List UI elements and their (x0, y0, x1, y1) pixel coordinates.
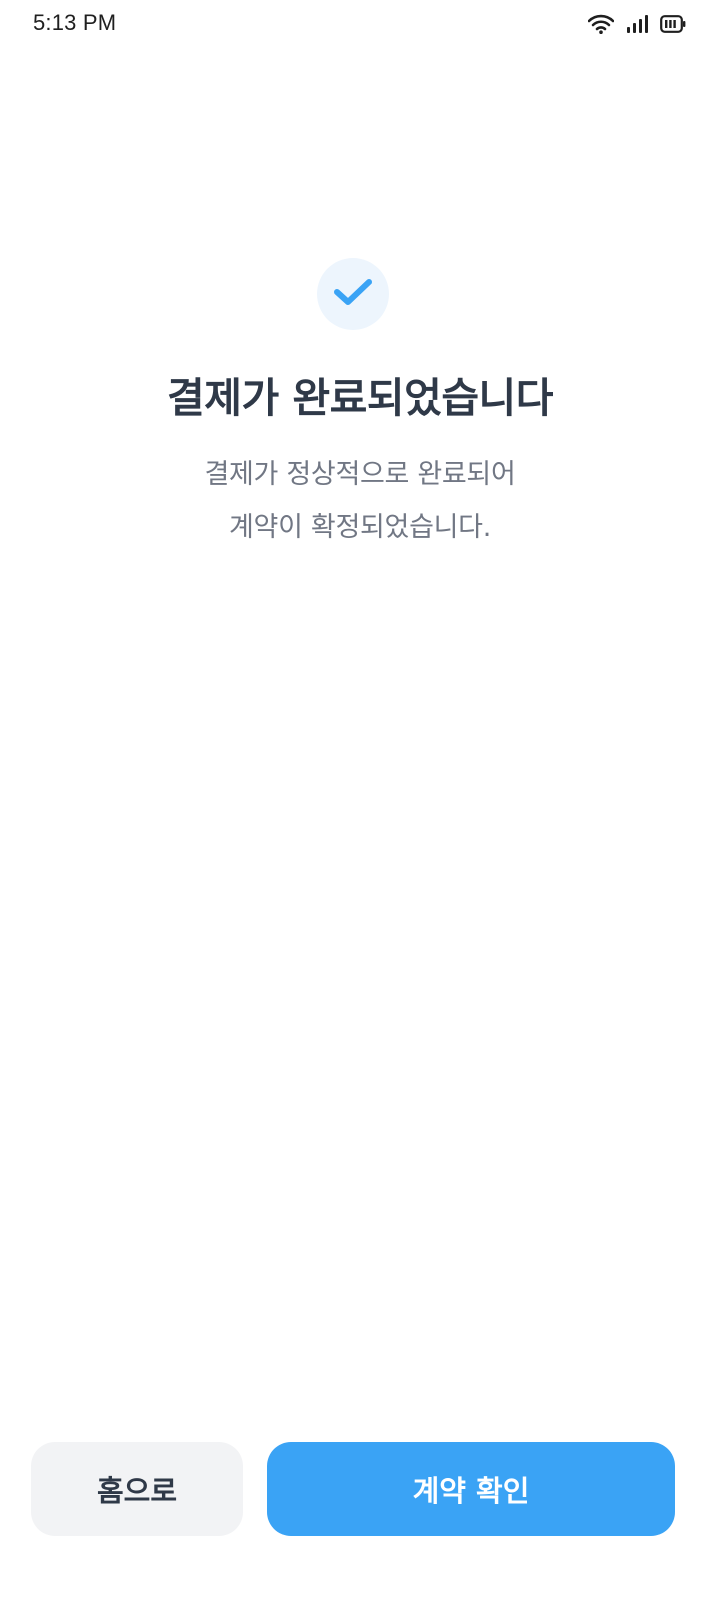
success-check-badge (317, 258, 389, 330)
payment-complete-screen: 5:13 PM 결제가 완료되었습니다 결제가 정상적으로 완료되어 계약이 확… (0, 0, 720, 1600)
view-contract-button[interactable]: 계약 확인 (267, 1442, 675, 1536)
status-time: 5:13 PM (33, 10, 117, 35)
description-line-1: 결제가 정상적으로 완료되어 (204, 459, 516, 490)
wifi-icon (588, 14, 614, 34)
signal-icon (626, 14, 648, 34)
status-bar: 5:13 PM (0, 0, 720, 48)
description-line-2: 계약이 확정되었습니다. (229, 512, 491, 543)
check-icon (333, 277, 373, 311)
home-button[interactable]: 홈으로 (31, 1442, 243, 1536)
battery-icon (660, 15, 686, 33)
page-title: 결제가 완료되었습니다 (167, 374, 553, 422)
status-icons (588, 12, 686, 36)
